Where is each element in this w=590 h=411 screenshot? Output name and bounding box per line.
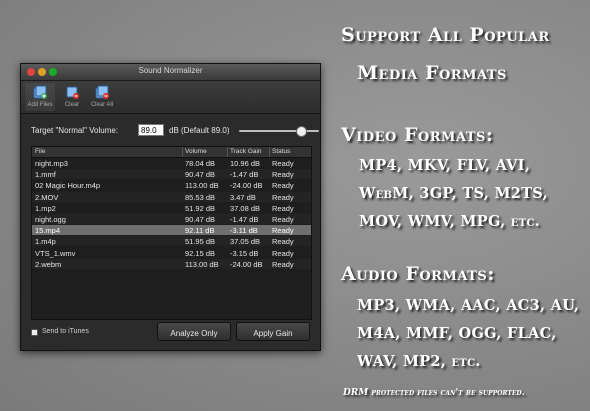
volume-cell: 113.00 dB [185, 259, 219, 269]
audio-formats-line: M4A, MMF, OGG, FLAC, [357, 325, 557, 342]
volume-cell: 51.95 dB [185, 237, 216, 247]
volume-cell: 51.92 dB [185, 203, 216, 213]
volume-cell: 92.11 dB [185, 226, 215, 236]
target-volume-label: Target "Normal" Volume: [31, 126, 119, 135]
status-cell: Ready [272, 259, 294, 269]
volume-slider[interactable] [239, 126, 319, 137]
file-cell: 1.mp2 [35, 203, 56, 213]
clear-all-button[interactable]: Clear All [87, 83, 117, 111]
status-cell: Ready [272, 237, 294, 247]
status-cell: Ready [272, 170, 294, 180]
file-cell: 15.mp4 [35, 226, 61, 236]
audio-formats-line: MP3, WMA, AAC, AC3, AU, [357, 297, 580, 314]
toolbar: Add Files Clear Clear All [21, 81, 320, 114]
column-divider [269, 147, 270, 157]
file-table[interactable]: File Volume Track Gain Status night.mp3 7… [31, 146, 312, 320]
table-row[interactable]: 1.m4p 51.95 dB 37.05 dB Ready [32, 236, 311, 247]
status-cell: Ready [272, 248, 294, 258]
track-gain-cell: -1.47 dB [230, 170, 259, 180]
window-title: Sound Normalizer [138, 66, 203, 75]
video-formats-line: MP4, MKV, FLV, AVI, [359, 157, 531, 174]
audio-formats-line: WAV, MP2, etc. [357, 353, 481, 370]
video-formats-line: MOV, WMV, MPG, etc. [359, 213, 541, 230]
target-volume-input[interactable] [138, 124, 164, 136]
column-divider [227, 147, 228, 157]
track-gain-cell: 3.47 dB [230, 192, 256, 202]
track-gain-cell: 37.05 dB [230, 237, 261, 247]
volume-slider-knob[interactable] [296, 126, 308, 137]
volume-cell: 113.00 dB [185, 181, 219, 191]
status-cell: Ready [272, 226, 294, 236]
target-volume-row: Target "Normal" Volume: dB (Default 89.0… [31, 124, 319, 138]
video-formats-line: WebM, 3GP, TS, M2TS, [359, 185, 548, 202]
track-gain-cell: 10.96 dB [230, 159, 261, 168]
drm-note: DRM protected files can't be supported. [343, 388, 525, 398]
header-volume[interactable]: Volume [185, 148, 207, 155]
send-to-itunes-label: Send to iTunes [42, 328, 89, 335]
title-bar: Sound Normalizer [21, 64, 320, 81]
track-gain-cell: -1.47 dB [230, 215, 259, 224]
promo-heading-2: Media Formats [357, 62, 507, 84]
table-row[interactable]: 15.mp4 92.11 dB -3.11 dB Ready [32, 225, 311, 236]
table-row[interactable]: night.mp3 78.04 dB 10.96 dB Ready [32, 158, 311, 168]
table-row[interactable]: 02 Magic Hour.m4p 113.00 dB -24.00 dB Ready [32, 180, 311, 190]
file-cell: 2.MOV [35, 192, 59, 202]
track-gain-cell: -3.15 dB [230, 248, 259, 258]
header-track-gain[interactable]: Track Gain [230, 148, 262, 155]
sound-normalizer-window: Sound Normalizer Add Files Clear Clear A… [20, 63, 321, 351]
header-status[interactable]: Status [272, 148, 290, 155]
volume-cell: 90.47 dB [185, 170, 216, 180]
add-files-icon [33, 85, 47, 99]
volume-cell: 92.15 dB [185, 248, 216, 258]
file-cell: 1.m4p [35, 237, 56, 247]
clear-all-label: Clear All [90, 102, 114, 108]
target-default-text: dB (Default 89.0) [169, 126, 230, 135]
apply-gain-button[interactable]: Apply Gain [236, 322, 310, 341]
table-row[interactable]: VTS_1.wmv 92.15 dB -3.15 dB Ready [32, 248, 311, 258]
status-cell: Ready [272, 215, 294, 224]
file-cell: VTS_1.wmv [35, 248, 76, 258]
table-row[interactable]: 1.mp2 51.92 dB 37.08 dB Ready [32, 203, 311, 213]
file-cell: 1.mmf [35, 170, 56, 180]
track-gain-cell: -24.00 dB [230, 259, 263, 269]
track-gain-cell: -3.11 dB [230, 226, 258, 236]
file-cell: night.ogg [35, 215, 66, 224]
table-row[interactable]: 2.webm 113.00 dB -24.00 dB Ready [32, 258, 311, 269]
column-divider [182, 147, 183, 157]
analyze-only-button[interactable]: Analyze Only [157, 322, 231, 341]
table-row[interactable]: 2.MOV 85.53 dB 3.47 dB Ready [32, 191, 311, 202]
audio-formats-heading: Audio Formats: [341, 263, 495, 285]
status-cell: Ready [272, 203, 294, 213]
table-row[interactable]: night.ogg 90.47 dB -1.47 dB Ready [32, 214, 311, 224]
track-gain-cell: 37.08 dB [230, 203, 261, 213]
volume-cell: 85.53 dB [185, 192, 216, 202]
file-cell: 2.webm [35, 259, 62, 269]
table-row[interactable]: 1.mmf 90.47 dB -1.47 dB Ready [32, 169, 311, 180]
promo-heading-1: Support All Popular [341, 24, 550, 46]
video-formats-heading: Video Formats: [341, 124, 494, 146]
clear-icon [66, 86, 79, 99]
volume-cell: 78.04 dB [185, 159, 216, 168]
file-cell: 02 Magic Hour.m4p [35, 181, 101, 191]
send-to-itunes-checkbox[interactable] [31, 329, 38, 336]
header-file[interactable]: File [35, 148, 45, 155]
volume-cell: 90.47 dB [185, 215, 216, 224]
file-cell: night.mp3 [35, 159, 68, 168]
status-cell: Ready [272, 181, 294, 191]
table-header: File Volume Track Gain Status [32, 147, 311, 158]
clear-all-icon [95, 85, 109, 99]
status-cell: Ready [272, 159, 294, 168]
track-gain-cell: -24.00 dB [230, 181, 263, 191]
add-files-button[interactable]: Add Files [25, 83, 55, 111]
status-cell: Ready [272, 192, 294, 202]
